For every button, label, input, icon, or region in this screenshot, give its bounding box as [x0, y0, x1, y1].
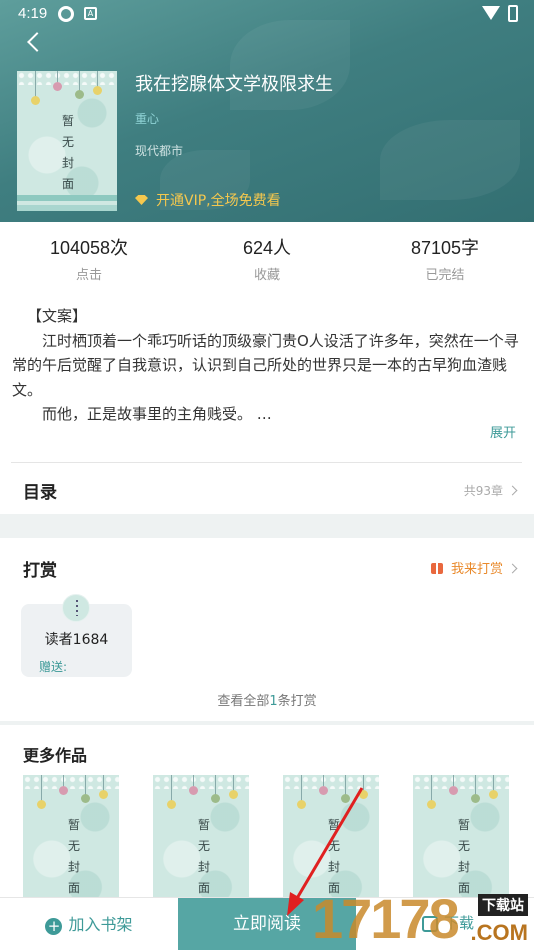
stat-label: 收藏 [253, 268, 280, 283]
cover-placeholder-text: 暂无封面 [67, 818, 80, 895]
toc-title[interactable]: 目录 [23, 478, 57, 503]
book-synopsis: 【文案】 江时栖顶着一个乖巧听话的顶级豪门贵O人设活了许多年，突然在一个寻常的午… [12, 304, 522, 427]
site-watermark: 17178 下载站 .COM [312, 880, 534, 950]
wifi-icon [482, 6, 500, 20]
status-time: 4:19 [18, 5, 48, 22]
tipper-name: 读者1684 [44, 632, 109, 648]
avatar [62, 594, 90, 622]
cover-placeholder-text: 暂无封面 [61, 114, 74, 191]
vip-promo-link[interactable]: 开通VIP,全场免费看 [135, 190, 281, 210]
gift-icon [430, 563, 443, 574]
book-author[interactable]: 重心 [135, 110, 159, 127]
watermark-logo-text: 17178 [312, 887, 460, 950]
tipper-card[interactable]: 读者1684 赠送: [21, 594, 132, 677]
a-notification-icon: A [84, 7, 97, 20]
add-to-shelf-button[interactable]: + 加入书架 [0, 898, 178, 950]
synopsis-paragraph: 而他，正是故事里的主角贱受。 … [42, 405, 272, 423]
back-arrow-icon[interactable] [26, 32, 46, 52]
gift-label: 赠送: [39, 660, 68, 674]
cover-placeholder-text: 暂无封面 [197, 818, 210, 895]
book-title: 我在挖腺体文学极限求生 [135, 74, 333, 95]
book-genre: 现代都市 [135, 144, 184, 158]
plus-icon: + [45, 918, 63, 935]
watermark-suffix: .COM [470, 920, 528, 945]
book-cover: 暂无封面 [17, 71, 117, 211]
stat-label: 点击 [75, 268, 102, 283]
give-tip-label: 我来打赏 [450, 562, 503, 577]
tips-card: 打赏 我来打赏 读者1684 赠送: 查看全部1条打赏 [0, 538, 534, 721]
stat-words: 87105字 已完结 [356, 234, 534, 283]
watermark-badge: 下载站 [478, 894, 528, 916]
expand-synopsis-button[interactable]: 展开 [490, 422, 516, 441]
stat-value: 624人 [242, 238, 292, 258]
synopsis-heading: 【文案】 [27, 307, 88, 325]
stat-value: 104058次 [49, 238, 129, 258]
add-to-shelf-label: 加入书架 [68, 915, 133, 934]
stat-clicks: 104058次 点击 [0, 234, 178, 283]
header-decoration [380, 120, 520, 200]
synopsis-paragraph: 江时栖顶着一个乖巧听话的顶级豪门贵O人设活了许多年，突然在一个寻常的午后觉醒了自… [12, 331, 519, 399]
give-tip-button[interactable]: 我来打赏 [430, 558, 518, 577]
chevron-right-icon [507, 485, 518, 496]
app-notification-icon [58, 6, 74, 22]
divider [11, 462, 522, 463]
stat-label: 已完结 [425, 268, 465, 283]
vip-promo-text: 开通VIP,全场免费看 [156, 193, 281, 209]
tips-title: 打赏 [23, 561, 57, 581]
status-bar: 4:19 A [0, 0, 534, 28]
book-info-card: 104058次 点击 624人 收藏 87105字 已完结 【文案】 江时栖顶着… [0, 222, 534, 514]
more-works-title: 更多作品 [23, 746, 88, 765]
toc-chapter-count[interactable]: 共93章 [464, 482, 518, 499]
diamond-icon [135, 195, 148, 205]
chevron-right-icon [507, 563, 518, 574]
more-work-cover[interactable]: 暂无封面 [23, 775, 119, 915]
book-header: 4:19 A 暂无封面 我在挖腺体文学极限求生 重心 现代都市 开通VIP,全场… [0, 0, 534, 222]
header-decoration [230, 20, 350, 110]
battery-icon [508, 5, 518, 22]
view-all-tips-link[interactable]: 查看全部1条打赏 [0, 690, 534, 709]
more-work-cover[interactable]: 暂无封面 [153, 775, 249, 915]
stat-value: 87105字 [410, 238, 480, 258]
stat-favorites: 624人 收藏 [178, 234, 356, 283]
